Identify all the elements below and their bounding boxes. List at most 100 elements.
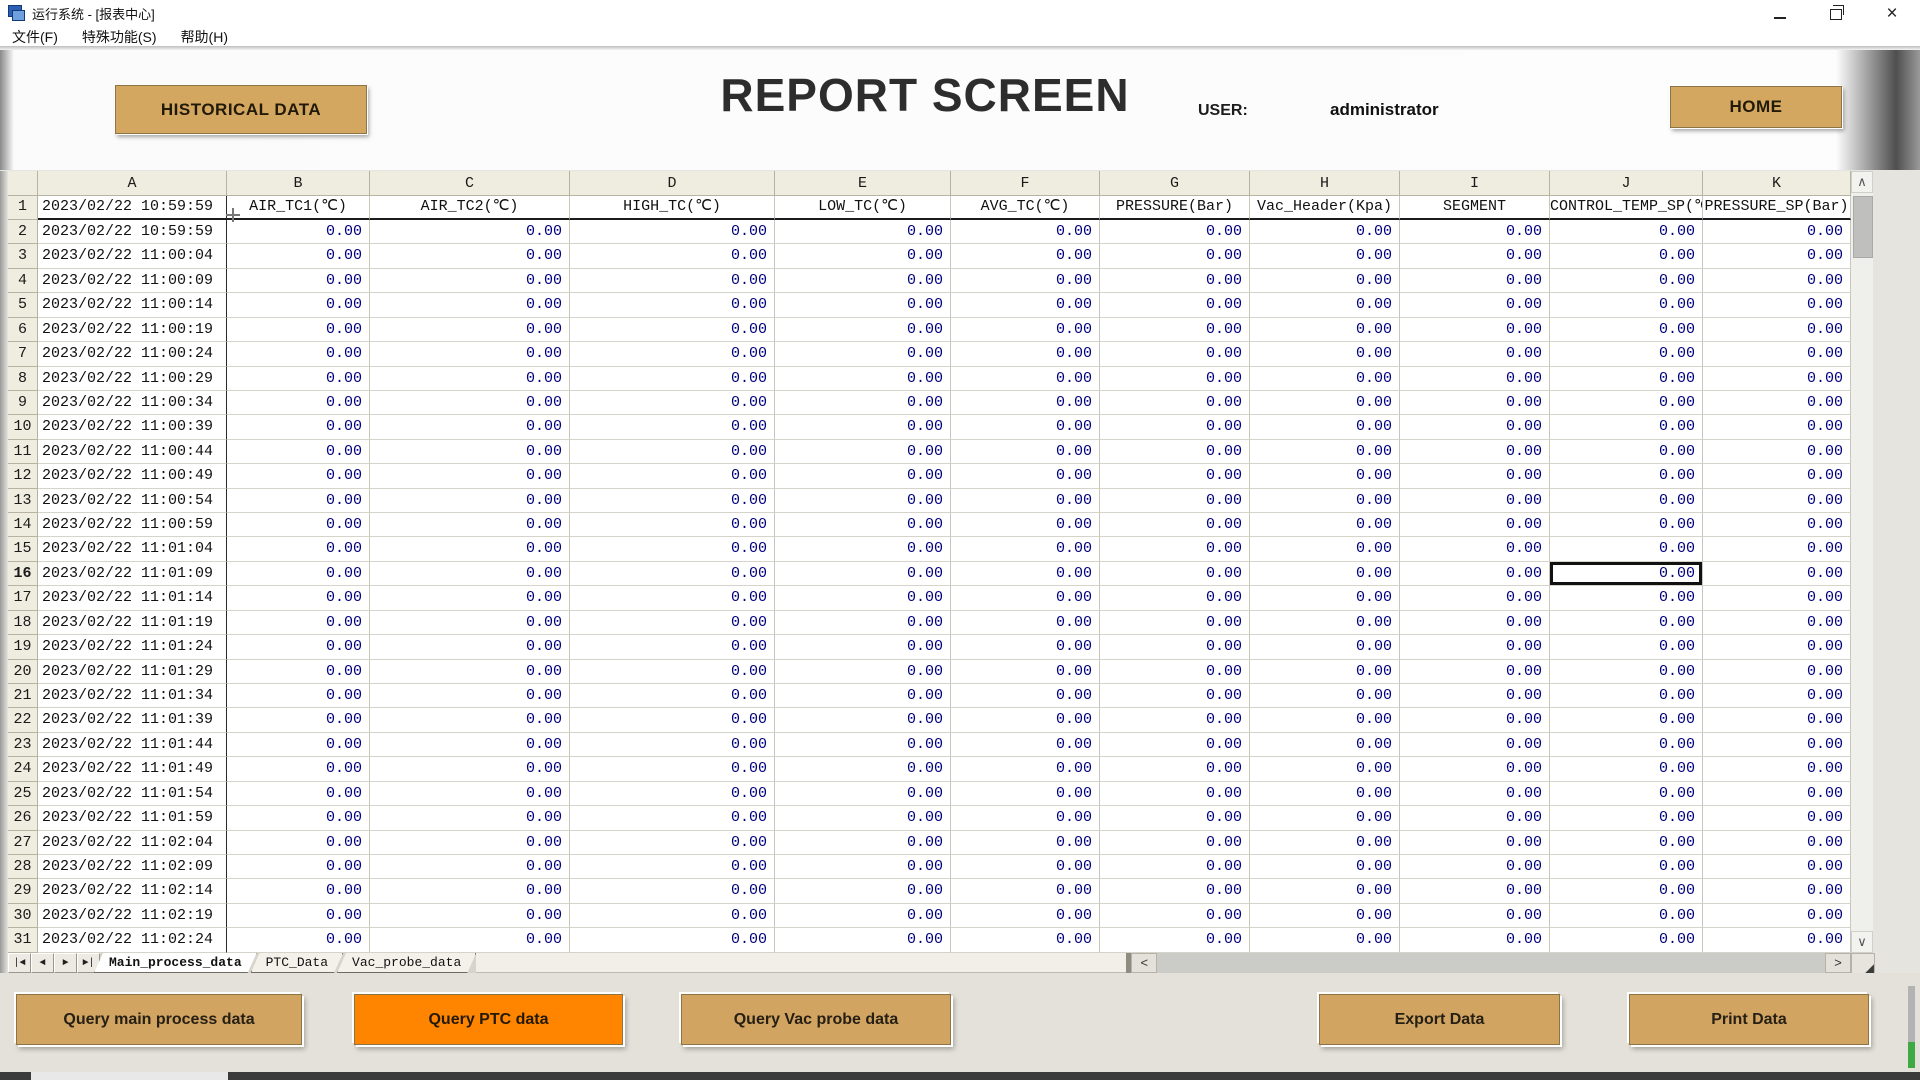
cell[interactable]: 0.00: [951, 342, 1100, 366]
cell[interactable]: 0.00: [227, 513, 370, 537]
cell[interactable]: 2023/02/22 11:00:29: [38, 367, 227, 391]
cell[interactable]: 0.00: [951, 391, 1100, 415]
cell[interactable]: 0.00: [951, 269, 1100, 293]
cell[interactable]: 0.00: [775, 855, 951, 879]
cell[interactable]: 0.00: [1400, 928, 1550, 952]
cell[interactable]: 0.00: [570, 855, 775, 879]
cell[interactable]: 0.00: [227, 733, 370, 757]
select-all-corner[interactable]: [8, 171, 38, 196]
cell[interactable]: 0.00: [570, 537, 775, 561]
field-header-cell[interactable]: AIR_TC1(℃): [227, 196, 370, 220]
cell[interactable]: 0.00: [1400, 367, 1550, 391]
cell[interactable]: 0.00: [1703, 342, 1851, 366]
cell[interactable]: 0.00: [1550, 733, 1703, 757]
cell[interactable]: 0.00: [370, 660, 570, 684]
row-header-17[interactable]: 17: [8, 586, 38, 610]
cell[interactable]: 0.00: [1250, 537, 1400, 561]
cell[interactable]: 0.00: [1100, 562, 1250, 586]
row-header-14[interactable]: 14: [8, 513, 38, 537]
cell[interactable]: 0.00: [1550, 562, 1703, 586]
cell[interactable]: 0.00: [570, 611, 775, 635]
cell[interactable]: 0.00: [570, 562, 775, 586]
cell[interactable]: 0.00: [1400, 562, 1550, 586]
row-header-29[interactable]: 29: [8, 879, 38, 903]
field-header-cell[interactable]: AIR_TC2(℃): [370, 196, 570, 220]
cell[interactable]: 0.00: [1250, 611, 1400, 635]
cell[interactable]: 0.00: [1703, 928, 1851, 952]
cell[interactable]: 0.00: [1550, 904, 1703, 928]
cell[interactable]: 0.00: [570, 733, 775, 757]
cell[interactable]: 0.00: [227, 635, 370, 659]
cell[interactable]: 0.00: [1550, 415, 1703, 439]
cell[interactable]: 0.00: [370, 831, 570, 855]
cell[interactable]: 0.00: [1703, 440, 1851, 464]
cell[interactable]: 0.00: [1703, 782, 1851, 806]
cell[interactable]: 0.00: [1100, 342, 1250, 366]
row-header-22[interactable]: 22: [8, 708, 38, 732]
cell[interactable]: 0.00: [951, 464, 1100, 488]
field-header-cell[interactable]: SEGMENT: [1400, 196, 1550, 220]
cell[interactable]: 0.00: [1250, 342, 1400, 366]
cell[interactable]: 0.00: [370, 928, 570, 952]
cell[interactable]: 0.00: [570, 586, 775, 610]
cell[interactable]: 0.00: [951, 708, 1100, 732]
row-header-11[interactable]: 11: [8, 440, 38, 464]
cell[interactable]: 0.00: [951, 904, 1100, 928]
cell[interactable]: 0.00: [370, 367, 570, 391]
cell[interactable]: 0.00: [1550, 586, 1703, 610]
cell[interactable]: 0.00: [1550, 367, 1703, 391]
cell[interactable]: 0.00: [951, 782, 1100, 806]
cell[interactable]: 0.00: [951, 831, 1100, 855]
cell[interactable]: 0.00: [227, 293, 370, 317]
row-header-27[interactable]: 27: [8, 831, 38, 855]
cell[interactable]: 0.00: [1100, 928, 1250, 952]
cell[interactable]: 0.00: [775, 635, 951, 659]
cell[interactable]: 0.00: [1250, 440, 1400, 464]
cell[interactable]: 2023/02/22 11:01:14: [38, 586, 227, 610]
cell[interactable]: 0.00: [951, 513, 1100, 537]
cell[interactable]: 0.00: [775, 879, 951, 903]
cell[interactable]: 0.00: [775, 928, 951, 952]
cell[interactable]: 0.00: [951, 244, 1100, 268]
cell[interactable]: 0.00: [570, 684, 775, 708]
cell[interactable]: 0.00: [227, 464, 370, 488]
column-header-A[interactable]: A: [38, 171, 227, 196]
row-header-18[interactable]: 18: [8, 611, 38, 635]
cell[interactable]: 0.00: [951, 733, 1100, 757]
cell[interactable]: 0.00: [370, 269, 570, 293]
hscroll-right-button[interactable]: >: [1825, 953, 1851, 973]
cell[interactable]: 0.00: [1100, 733, 1250, 757]
cell[interactable]: 0.00: [1100, 660, 1250, 684]
minimize-button[interactable]: [1752, 0, 1808, 26]
tab-nav-first-button[interactable]: |◄: [8, 953, 31, 973]
cell[interactable]: 0.00: [1550, 269, 1703, 293]
cell[interactable]: 0.00: [775, 293, 951, 317]
cell[interactable]: 0.00: [1100, 318, 1250, 342]
cell[interactable]: 0.00: [1703, 904, 1851, 928]
cell[interactable]: 0.00: [1703, 244, 1851, 268]
cell[interactable]: 0.00: [1100, 489, 1250, 513]
cell[interactable]: 2023/02/22 11:02:09: [38, 855, 227, 879]
cell[interactable]: 0.00: [1400, 611, 1550, 635]
cell[interactable]: 0.00: [1703, 831, 1851, 855]
tab-nav-next-button[interactable]: ►: [54, 953, 77, 973]
cell[interactable]: 0.00: [370, 757, 570, 781]
cell[interactable]: 0.00: [1100, 635, 1250, 659]
cell[interactable]: 0.00: [951, 611, 1100, 635]
cell[interactable]: 2023/02/22 11:00:14: [38, 293, 227, 317]
cell[interactable]: 0.00: [570, 318, 775, 342]
resize-grip[interactable]: ◢: [1851, 953, 1875, 974]
cell[interactable]: 0.00: [227, 391, 370, 415]
cell[interactable]: 0.00: [370, 782, 570, 806]
cell[interactable]: 0.00: [1250, 318, 1400, 342]
cell[interactable]: 0.00: [227, 489, 370, 513]
cell[interactable]: 2023/02/22 11:00:49: [38, 464, 227, 488]
cell[interactable]: 2023/02/22 11:01:59: [38, 806, 227, 830]
column-header-I[interactable]: I: [1400, 171, 1550, 196]
cell[interactable]: 0.00: [1550, 684, 1703, 708]
cell[interactable]: 2023/02/22 11:01:49: [38, 757, 227, 781]
cell[interactable]: 0.00: [951, 562, 1100, 586]
cell[interactable]: 2023/02/22 11:01:19: [38, 611, 227, 635]
cell[interactable]: 0.00: [570, 879, 775, 903]
cell[interactable]: 0.00: [1400, 391, 1550, 415]
